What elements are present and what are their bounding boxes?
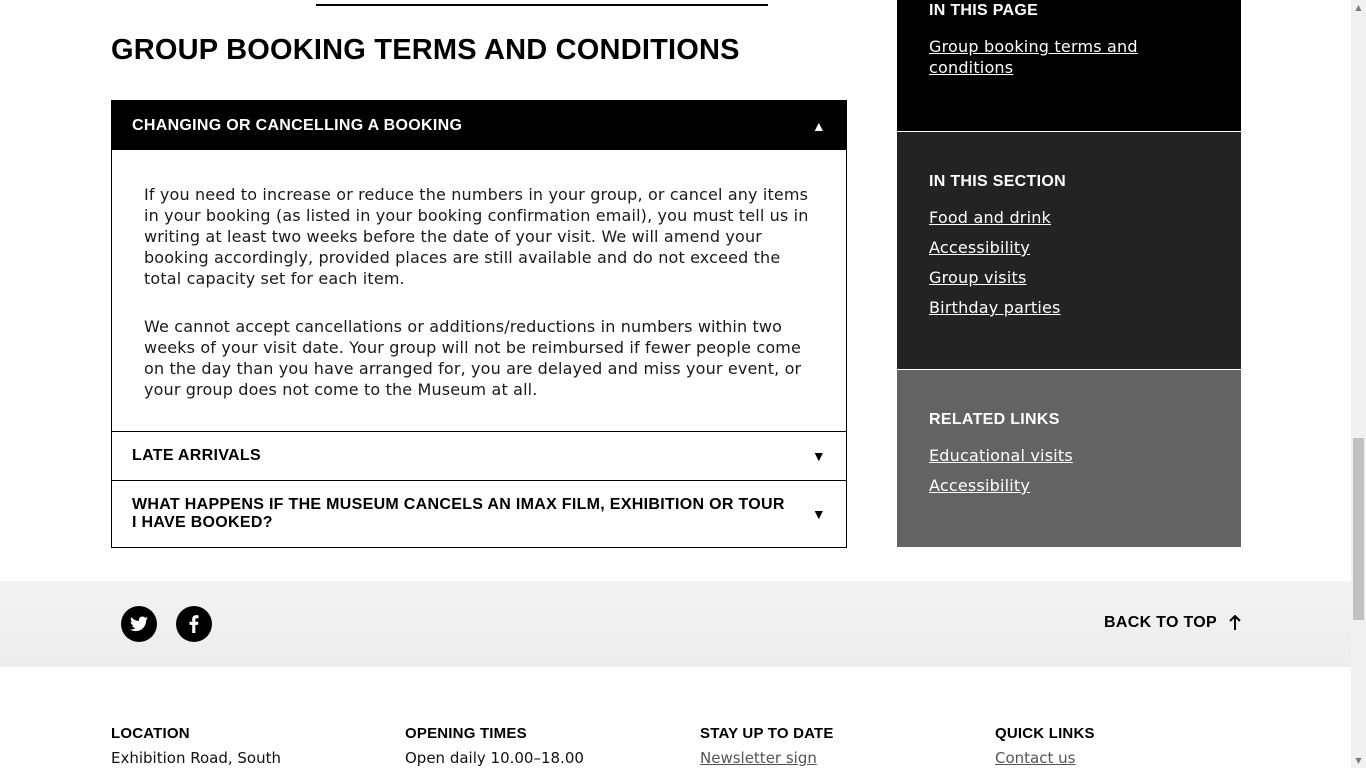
accordion-paragraph: We cannot accept cancellations or additi… <box>144 317 802 399</box>
footer-quick-links: QUICK LINKS Contact us <box>995 725 1255 768</box>
share-strip: BACK TO TOP <box>0 581 1351 667</box>
footer-stay-up-to-date: STAY UP TO DATE Newsletter sign <box>700 725 960 768</box>
footer-heading: QUICK LINKS <box>995 725 1095 742</box>
link-educational-visits[interactable]: Educational visits <box>929 445 1209 466</box>
scroll-down-icon[interactable]: ▼ <box>1351 756 1366 765</box>
link-group-booking-terms[interactable]: Group booking terms and conditions <box>929 36 1149 78</box>
accordion-header-late-arrivals[interactable]: LATE ARRIVALS ▼ <box>112 432 846 480</box>
accordion-item-changing-cancelling: CHANGING OR CANCELLING A BOOKING ▲ If yo… <box>111 100 847 432</box>
link-group-visits[interactable]: Group visits <box>929 267 1209 288</box>
link-related-accessibility[interactable]: Accessibility <box>929 475 1209 496</box>
accordion-title: WHAT HAPPENS IF THE MUSEUM CANCELS AN IM… <box>132 496 785 531</box>
page-title: GROUP BOOKING TERMS AND CONDITIONS <box>111 34 740 66</box>
accordion-item-museum-cancels: WHAT HAPPENS IF THE MUSEUM CANCELS AN IM… <box>111 481 847 548</box>
cut-off-link[interactable] <box>316 0 768 6</box>
footer-opening-times: OPENING TIMES Open daily 10.00–18.00 <box>405 725 665 768</box>
footer-opening-hours: Open daily 10.00–18.00 <box>405 749 584 767</box>
chevron-up-icon: ▲ <box>811 117 826 134</box>
in-this-section-title: IN THIS SECTION <box>929 173 1066 190</box>
back-to-top-label: BACK TO TOP <box>1104 614 1217 631</box>
related-links-box: RELATED LINKS Educational visits Accessi… <box>897 370 1241 547</box>
link-accessibility[interactable]: Accessibility <box>929 237 1209 258</box>
accordion-body: If you need to increase or reduce the nu… <box>112 150 846 431</box>
twitter-button[interactable] <box>121 606 157 642</box>
accordion-title: CHANGING OR CANCELLING A BOOKING <box>132 116 463 134</box>
newsletter-link[interactable]: Newsletter sign <box>700 749 817 767</box>
facebook-icon <box>189 615 199 633</box>
scrollbar-thumb[interactable] <box>1353 438 1364 620</box>
footer-location: LOCATION Exhibition Road, South <box>111 725 371 768</box>
footer-address: Exhibition Road, South <box>111 749 281 767</box>
footer-heading: LOCATION <box>111 725 190 742</box>
accordion-paragraph: If you need to increase or reduce the nu… <box>144 185 809 288</box>
accordion: CHANGING OR CANCELLING A BOOKING ▲ If yo… <box>111 100 847 548</box>
in-this-page-box: IN THIS PAGE Group booking terms and con… <box>897 0 1241 132</box>
in-this-section-box: IN THIS SECTION Food and drink Accessibi… <box>897 132 1241 370</box>
link-birthday-parties[interactable]: Birthday parties <box>929 297 1209 318</box>
back-to-top-button[interactable]: BACK TO TOP <box>1104 614 1241 632</box>
accordion-item-late-arrivals: LATE ARRIVALS ▼ <box>111 432 847 481</box>
footer-heading: OPENING TIMES <box>405 725 527 742</box>
scrollbar[interactable]: ▲ ▼ <box>1351 0 1366 768</box>
arrow-up-icon <box>1229 615 1241 630</box>
scroll-up-icon[interactable]: ▲ <box>1351 3 1366 12</box>
chevron-down-icon: ▼ <box>811 506 826 522</box>
sidebar: IN THIS PAGE Group booking terms and con… <box>897 0 1241 547</box>
in-this-page-title: IN THIS PAGE <box>929 2 1039 19</box>
page-content: GROUP BOOKING TERMS AND CONDITIONS CHANG… <box>0 0 1351 768</box>
chevron-down-icon: ▼ <box>811 448 826 464</box>
accordion-header-museum-cancels[interactable]: WHAT HAPPENS IF THE MUSEUM CANCELS AN IM… <box>112 481 846 547</box>
related-links-title: RELATED LINKS <box>929 411 1060 428</box>
accordion-title: LATE ARRIVALS <box>132 447 261 464</box>
footer-heading: STAY UP TO DATE <box>700 725 834 742</box>
contact-us-link[interactable]: Contact us <box>995 749 1075 767</box>
accordion-header-changing-cancelling[interactable]: CHANGING OR CANCELLING A BOOKING ▲ <box>112 101 846 150</box>
twitter-icon <box>130 616 148 632</box>
link-food-and-drink[interactable]: Food and drink <box>929 207 1209 228</box>
facebook-button[interactable] <box>176 606 212 642</box>
footer: LOCATION Exhibition Road, South OPENING … <box>0 667 1351 768</box>
